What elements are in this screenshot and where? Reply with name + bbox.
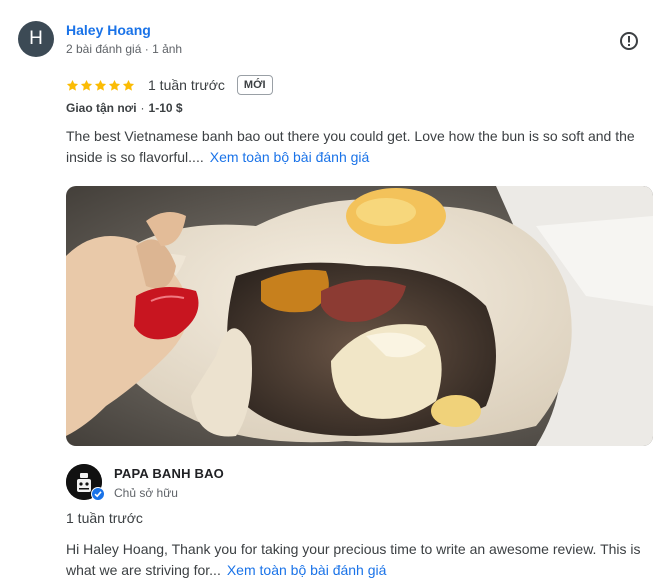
- review-photo[interactable]: [66, 186, 653, 446]
- star-icon: [122, 79, 135, 91]
- new-badge: MỚI: [236, 75, 273, 95]
- banh-bao-photo-image: [66, 186, 653, 446]
- reply-time: 1 tuần trước: [66, 510, 143, 526]
- star-icon: [80, 79, 93, 91]
- service-info: Giao tận nơi · 1-10 $: [66, 101, 183, 115]
- review-more-link[interactable]: Xem toàn bộ bài đánh giá: [210, 149, 370, 165]
- star-rating: [66, 79, 135, 92]
- star-icon: [66, 79, 79, 91]
- star-icon: [108, 79, 121, 91]
- reviewer-meta: 2 bài đánh giá · 1 ảnh: [66, 42, 183, 56]
- review-time: 1 tuần trước: [148, 77, 225, 93]
- reviewer-name[interactable]: Haley Hoang: [66, 22, 151, 38]
- owner-role: Chủ sở hữu: [114, 486, 178, 500]
- service-type: Giao tận nơi: [66, 101, 137, 115]
- reply-body: Hi Haley Hoang, Thank you for taking you…: [66, 539, 658, 581]
- reply-more-link[interactable]: Xem toàn bộ bài đánh giá: [227, 562, 387, 578]
- verified-check-icon: [91, 487, 105, 501]
- avatar-initial: H: [29, 28, 43, 49]
- report-icon: [620, 32, 638, 50]
- owner-name: PAPA BANH BAO: [114, 466, 224, 481]
- review-body: The best Vietnamese banh bao out there y…: [66, 126, 658, 168]
- separator-dot: ·: [140, 101, 145, 115]
- price-range: 1-10 $: [148, 101, 183, 115]
- star-icon: [94, 79, 107, 91]
- report-button[interactable]: [618, 30, 640, 52]
- rating-row: 1 tuần trước MỚI: [66, 73, 273, 97]
- reviewer-avatar[interactable]: H: [18, 21, 54, 57]
